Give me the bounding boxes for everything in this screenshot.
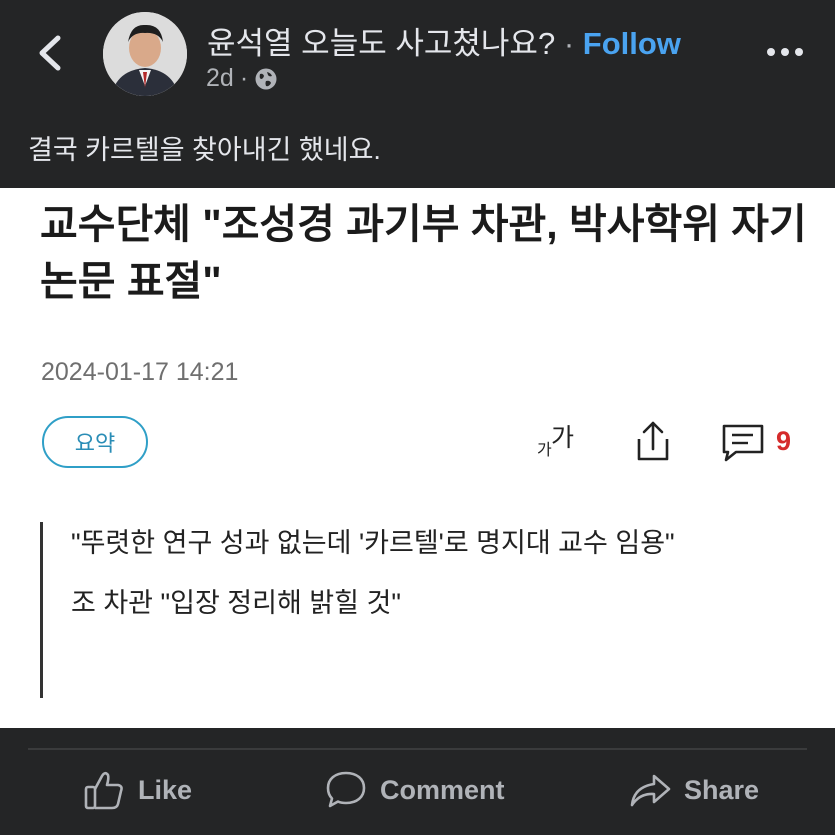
meta-separator: · bbox=[239, 64, 249, 92]
font-icon-small: 가 bbox=[537, 442, 552, 459]
share-button[interactable]: Share bbox=[628, 768, 759, 812]
post-title-row: 윤석열 오늘도 사고쳤나요? · Follow bbox=[207, 18, 681, 63]
share-arrow-icon bbox=[630, 774, 671, 807]
back-arrow-icon[interactable] bbox=[32, 30, 68, 76]
avatar[interactable] bbox=[103, 12, 187, 96]
comment-bubble-icon bbox=[326, 771, 366, 808]
group-name[interactable]: 윤석열 오늘도 사고쳤나요? bbox=[207, 26, 555, 61]
quote-line-1: "뚜렷한 연구 성과 없는데 '카르텔'로 명지대 교수 임용" bbox=[71, 528, 675, 558]
comment-box-icon[interactable] bbox=[720, 422, 766, 464]
like-label: Like bbox=[138, 774, 193, 805]
globe-icon bbox=[255, 68, 277, 89]
share-upload-icon[interactable] bbox=[630, 417, 676, 465]
comment-button[interactable]: Comment bbox=[324, 768, 505, 812]
post-caption: 결국 카르텔을 찾아내긴 했네요. bbox=[28, 135, 381, 165]
summary-button[interactable]: 요약 bbox=[42, 416, 148, 468]
quote-line-2: 조 차관 "입장 정리해 밝힐 것" bbox=[71, 588, 401, 618]
like-thumb-icon bbox=[84, 771, 123, 810]
article-screenshot[interactable]: 교수단체 "조성경 과기부 차관, 박사학위 자기논문 표절" 2024-01-… bbox=[0, 188, 835, 728]
article-headline: 교수단체 "조성경 과기부 차관, 박사학위 자기논문 표절" bbox=[40, 201, 807, 304]
title-separator: · bbox=[563, 26, 575, 61]
comment-label: Comment bbox=[380, 774, 505, 805]
article-date: 2024-01-17 14:21 bbox=[41, 358, 239, 386]
comment-count[interactable]: 9 bbox=[776, 426, 791, 457]
font-icon-big: 가 bbox=[551, 424, 575, 452]
article-summary-quote: "뚜렷한 연구 성과 없는데 '카르텔'로 명지대 교수 임용" 조 차관 "입… bbox=[40, 522, 800, 698]
post-header: 윤석열 오늘도 사고쳤나요? · Follow 2d · 결국 카르텔을 찾아내… bbox=[0, 0, 835, 188]
avatar-image bbox=[103, 12, 187, 96]
like-button[interactable]: Like bbox=[82, 768, 192, 812]
post-meta: 2d · bbox=[206, 64, 278, 93]
post-action-bar: Like Comment Share bbox=[0, 728, 835, 835]
font-size-icon[interactable]: 가 가 bbox=[537, 418, 589, 464]
follow-button[interactable]: Follow bbox=[583, 26, 681, 61]
share-label: Share bbox=[684, 774, 760, 805]
post-time[interactable]: 2d bbox=[206, 64, 234, 93]
action-divider bbox=[28, 748, 807, 750]
more-dots-icon[interactable] bbox=[765, 40, 805, 64]
